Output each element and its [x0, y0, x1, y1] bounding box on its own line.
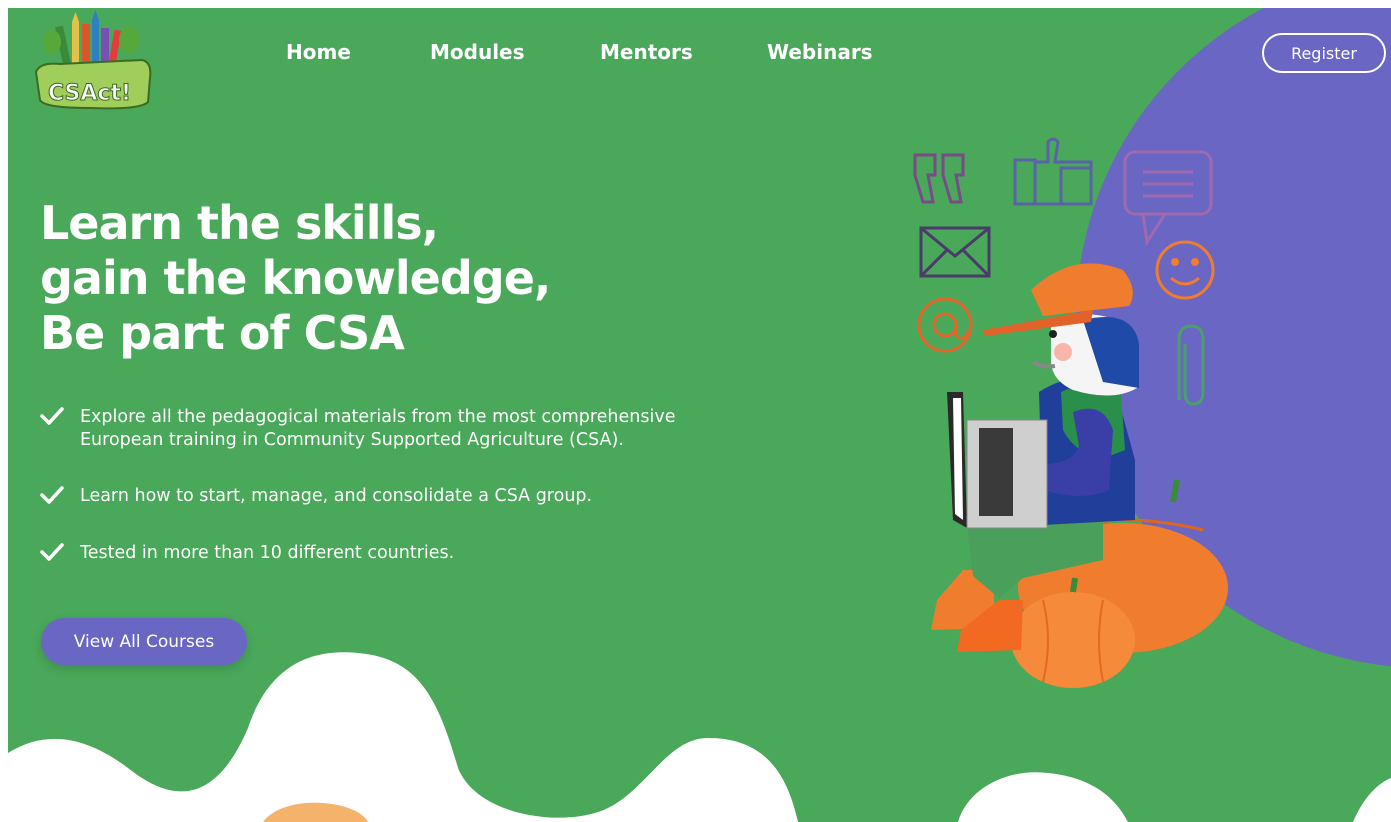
chat-bubble-icon: [1123, 150, 1213, 247]
headline-line-1: Learn the skills,: [40, 196, 439, 250]
nav-webinars[interactable]: Webinars: [767, 40, 873, 64]
hero-section: CSAct! Home Modules Mentors Webinars Reg…: [8, 8, 1391, 822]
feature-item: Explore all the pedagogical materials fr…: [40, 406, 720, 452]
view-all-courses-button[interactable]: View All Courses: [41, 618, 247, 665]
check-icon: [40, 406, 80, 452]
check-icon: [40, 485, 80, 512]
nav-modules[interactable]: Modules: [430, 40, 525, 64]
feature-text: Learn how to start, manage, and consolid…: [80, 486, 593, 506]
quote-icon: [913, 153, 965, 204]
check-icon: [40, 542, 80, 569]
thumbs-up-icon: [1013, 137, 1093, 206]
hero-headline: Learn the skills, gain the knowledge, Be…: [40, 196, 551, 361]
headline-line-3: Be part of CSA: [40, 306, 405, 360]
feature-text: Tested in more than 10 different countri…: [80, 543, 455, 563]
headline-line-2: gain the knowledge,: [40, 251, 551, 305]
logo-text: CSAct!: [48, 81, 131, 106]
nav-mentors[interactable]: Mentors: [600, 40, 693, 64]
farmer-illustration: [913, 137, 1228, 688]
feature-item: Tested in more than 10 different countri…: [40, 542, 720, 569]
at-sign-icon: [917, 297, 973, 353]
smiley-icon: [1155, 240, 1215, 300]
feature-text: Explore all the pedagogical materials fr…: [80, 407, 676, 450]
csact-logo[interactable]: CSAct!: [30, 10, 158, 110]
paperclip-icon: [1177, 324, 1205, 406]
nav-home[interactable]: Home: [286, 40, 351, 64]
register-button[interactable]: Register: [1262, 33, 1386, 73]
envelope-icon: [919, 226, 991, 278]
feature-item: Learn how to start, manage, and consolid…: [40, 485, 720, 512]
laptop-icon: [947, 392, 1048, 529]
